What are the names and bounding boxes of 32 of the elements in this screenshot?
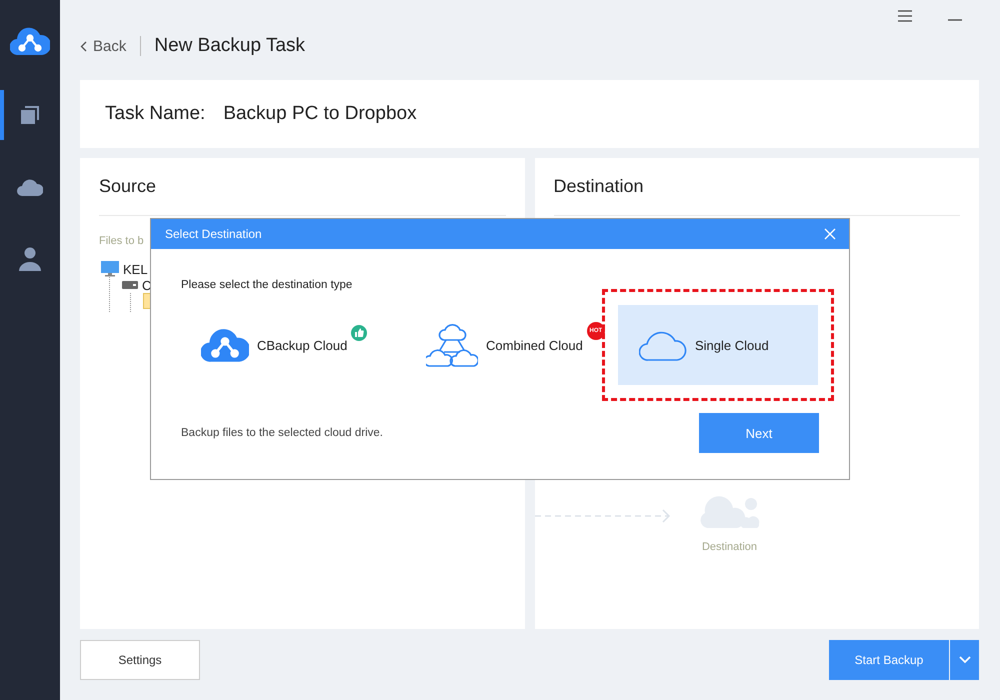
- cloud-outline-icon: [639, 329, 687, 361]
- tree-item[interactable]: C: [142, 278, 152, 292]
- task-name-label: Task Name:: [105, 103, 206, 125]
- dropdown-button[interactable]: [950, 640, 979, 680]
- cloud-share-icon: [201, 328, 249, 362]
- dialog-prompt: Please select the destination type: [181, 279, 354, 291]
- source-title: Source: [99, 176, 158, 198]
- cloud-option[interactable]: CBackup Cloud: [201, 305, 368, 385]
- selected-option[interactable]: Single Cloud: [618, 305, 818, 385]
- task-name-value: Backup PC to Dropbox: [223, 103, 417, 125]
- destination-title: Destination: [554, 176, 645, 198]
- thumbs-up-icon: [351, 325, 368, 341]
- option-label: Single Cloud: [695, 338, 769, 352]
- drive-icon: [122, 281, 138, 289]
- dialog-title: Select Destination: [165, 227, 262, 241]
- page-title: New Backup Task: [154, 35, 306, 57]
- tree-item[interactable]: KEL: [123, 262, 148, 276]
- back-link[interactable]: Back: [80, 38, 126, 54]
- option-label: Combined Cloud: [486, 338, 583, 352]
- menu-icon[interactable]: [898, 10, 912, 22]
- cloud-icon: [698, 496, 760, 528]
- logo-icon: [10, 27, 50, 55]
- option-label: CBackup Cloud: [257, 338, 348, 352]
- dialog-description: Backup files to the selected cloud drive.: [181, 427, 384, 439]
- destination-label: Destination: [702, 541, 758, 553]
- clouds-icon: [426, 322, 478, 368]
- caret-icon: [958, 656, 970, 664]
- close-icon[interactable]: [824, 228, 836, 240]
- chevron-left-icon: [80, 40, 87, 52]
- monitor-icon: [101, 261, 119, 277]
- settings-button[interactable]: Settings: [80, 640, 200, 680]
- source-hint: Files to b: [99, 235, 145, 247]
